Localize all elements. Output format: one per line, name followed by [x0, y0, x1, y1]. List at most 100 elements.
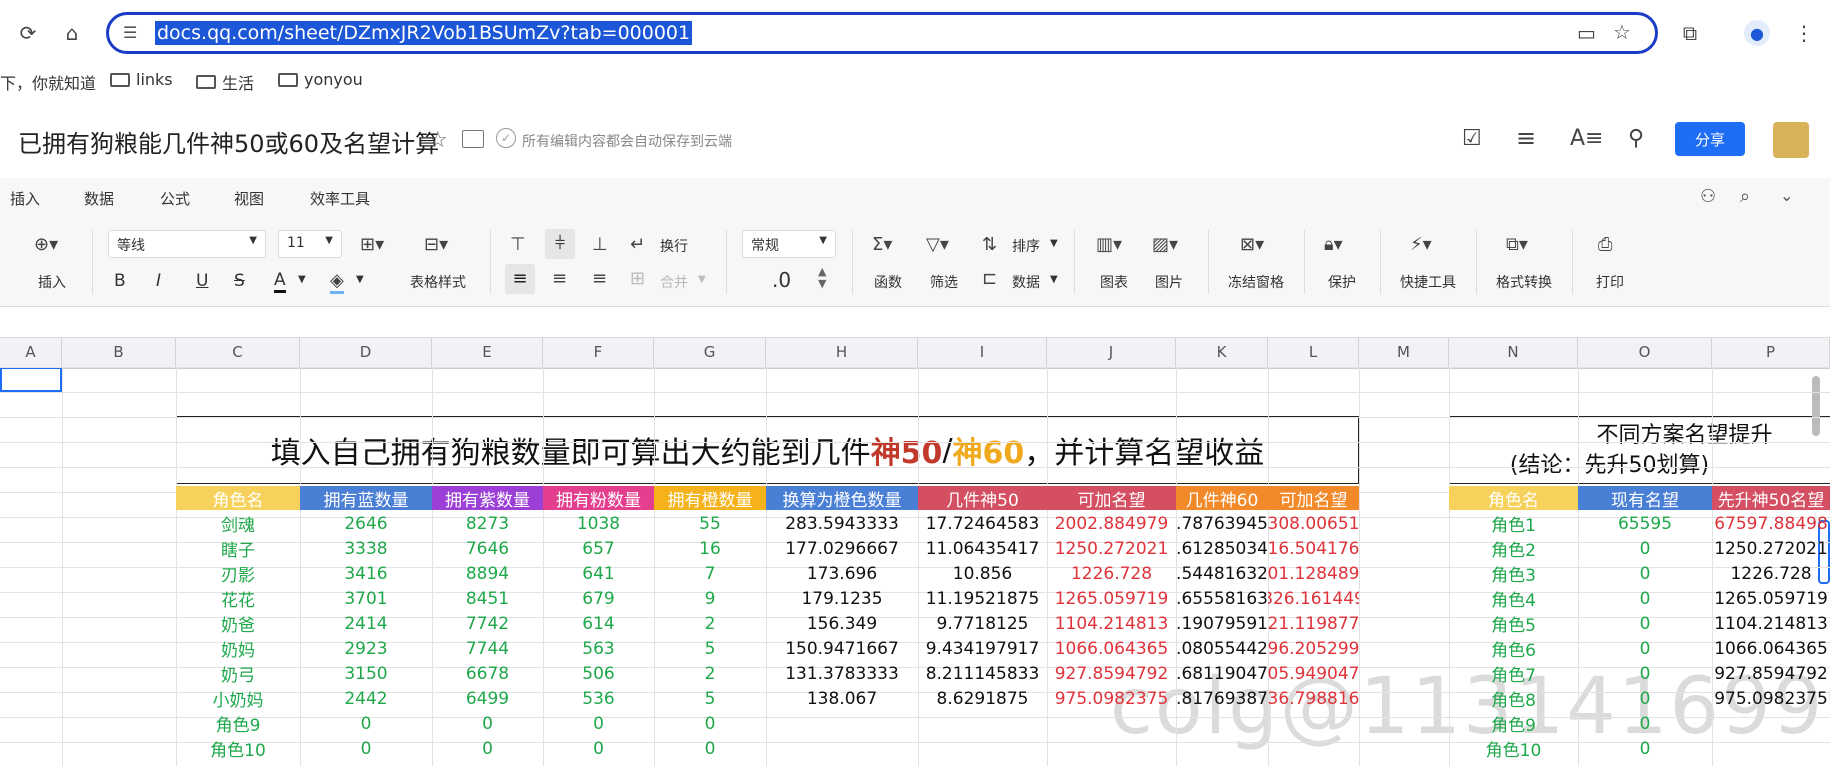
right-table-cell[interactable]: 角色5 — [1449, 611, 1578, 636]
table-cell[interactable]: 2923 — [300, 636, 432, 661]
table-cell[interactable]: 0 — [432, 736, 543, 761]
table-cell[interactable]: 1308.006517 — [1268, 511, 1359, 536]
right-table-cell[interactable] — [1712, 736, 1830, 761]
italic-icon[interactable]: I — [156, 271, 161, 291]
table-cell[interactable]: 150.9471667 — [766, 636, 918, 661]
quick-tools-label[interactable]: 快捷工具 — [1400, 272, 1456, 292]
bookmark-folder-life[interactable]: 生活 — [196, 70, 254, 94]
table-cell[interactable]: 131.3783333 — [766, 661, 918, 686]
extensions-icon[interactable]: ⧉ — [1672, 15, 1708, 51]
table-cell[interactable]: 11.06435417 — [918, 536, 1047, 561]
table-cell[interactable]: 636.7988163 — [1268, 686, 1359, 711]
table-cell[interactable]: 3338 — [300, 536, 432, 561]
table-cell[interactable]: 2.817693878 — [1176, 686, 1268, 711]
table-cell[interactable]: 2414 — [300, 611, 432, 636]
home-icon[interactable]: ⌂ — [54, 15, 90, 51]
column-header[interactable]: A — [0, 337, 62, 367]
right-table-cell[interactable]: 1104.214813 — [1712, 611, 1830, 636]
search-icon[interactable]: ⌕ — [1740, 186, 1750, 207]
align-middle-icon[interactable]: ⫩ — [545, 229, 575, 259]
bookmark-folder-yonyou[interactable]: yonyou — [278, 70, 363, 89]
font-family-select[interactable]: 等线 ▼ — [108, 230, 266, 258]
function-label[interactable]: 函数 — [874, 272, 902, 292]
table-cell[interactable]: 3.544816327 — [1176, 561, 1268, 586]
right-table-cell[interactable]: 0 — [1578, 661, 1712, 686]
table-cell[interactable]: 3.080554422 — [1176, 636, 1268, 661]
insert-label[interactable]: 插入 — [38, 272, 66, 292]
table-cell[interactable]: 177.0296667 — [766, 536, 918, 561]
table-cell[interactable]: 138.067 — [766, 686, 918, 711]
merge-icon[interactable]: ⊞ — [630, 268, 645, 289]
table-cell[interactable]: 1226.728 — [1047, 561, 1176, 586]
table-cell[interactable]: 826.161449 — [1268, 586, 1359, 611]
table-cell[interactable]: 奶爸 — [176, 611, 300, 636]
right-table-cell[interactable]: 67597.88498 — [1712, 511, 1830, 536]
image-icon[interactable]: ▨▾ — [1152, 234, 1178, 255]
user-share-icon[interactable]: ⚇ — [1700, 186, 1716, 207]
bookmark-item[interactable]: 下，你就知道 — [0, 70, 96, 94]
table-cell[interactable]: 17.72464583 — [918, 511, 1047, 536]
table-cell[interactable]: 9.7718125 — [918, 611, 1047, 636]
table-cell[interactable]: 5 — [654, 686, 766, 711]
text-format-icon[interactable]: A≡ — [1570, 126, 1603, 151]
column-header[interactable]: C — [176, 337, 300, 367]
strikethrough-icon[interactable]: S — [234, 271, 245, 291]
table-cell[interactable]: 1250.272021 — [1047, 536, 1176, 561]
print-icon[interactable]: ⎙ — [1598, 234, 1612, 255]
column-header[interactable]: O — [1578, 337, 1712, 367]
sort-icon[interactable]: ⇅ — [982, 234, 997, 255]
table-cell[interactable]: 16 — [654, 536, 766, 561]
right-table-cell[interactable]: 1226.728 — [1712, 561, 1830, 586]
table-cell[interactable]: 2 — [654, 611, 766, 636]
table-cell[interactable]: 7744 — [432, 636, 543, 661]
table-cell[interactable]: 657 — [543, 536, 654, 561]
table-cell[interactable]: 55 — [654, 511, 766, 536]
table-cell[interactable]: 0 — [432, 711, 543, 736]
right-table-cell[interactable]: 927.8594792 — [1712, 661, 1830, 686]
table-cell[interactable]: 角色10 — [176, 736, 300, 761]
table-cell[interactable]: 927.8594792 — [1047, 661, 1176, 686]
table-cell[interactable]: 8894 — [432, 561, 543, 586]
column-header[interactable]: L — [1268, 337, 1359, 367]
print-label[interactable]: 打印 — [1596, 272, 1624, 292]
dropdown-arrow-icon[interactable]: ▼ — [698, 274, 706, 285]
right-table-cell[interactable]: 0 — [1578, 586, 1712, 611]
table-cell[interactable]: 3150 — [300, 661, 432, 686]
selected-cell[interactable] — [0, 367, 62, 392]
doc-check-icon[interactable]: ☑ — [1462, 126, 1482, 151]
right-table-cell[interactable]: 0 — [1578, 636, 1712, 661]
table-cell[interactable]: 696.2052993 — [1268, 636, 1359, 661]
table-cell[interactable]: 2442 — [300, 686, 432, 711]
right-table-cell[interactable]: 角色8 — [1449, 686, 1578, 711]
table-cell[interactable]: 0 — [300, 711, 432, 736]
align-left-icon[interactable]: ≡ — [505, 264, 535, 294]
bookmark-star-icon[interactable]: ☆ — [1613, 20, 1631, 44]
data-label[interactable]: 数据 — [1012, 272, 1040, 292]
right-table-cell[interactable]: 0 — [1578, 686, 1712, 711]
table-cell[interactable]: 563 — [543, 636, 654, 661]
lock-icon[interactable]: 🔒︎▾ — [1324, 234, 1343, 255]
right-table-cell[interactable]: 1250.272021 — [1712, 536, 1830, 561]
chart-label[interactable]: 图表 — [1100, 272, 1128, 292]
format-convert-label[interactable]: 格式转换 — [1496, 272, 1552, 292]
move-folder-icon[interactable] — [462, 130, 484, 148]
chevron-down-icon[interactable]: ⌄ — [1780, 186, 1793, 205]
decimal-label[interactable]: .0 — [772, 268, 791, 292]
number-format-select[interactable]: 常规 ▼ — [742, 230, 836, 258]
table-cell[interactable] — [766, 736, 918, 761]
table-cell[interactable]: 6678 — [432, 661, 543, 686]
protect-label[interactable]: 保护 — [1328, 272, 1356, 292]
filter-label[interactable]: 筛选 — [930, 272, 958, 292]
table-cell[interactable]: 3416 — [300, 561, 432, 586]
table-cell[interactable]: 0 — [543, 711, 654, 736]
dropdown-arrow-icon[interactable]: ▼ — [1050, 274, 1058, 285]
font-size-select[interactable]: 11 ▼ — [278, 230, 342, 258]
table-cell[interactable] — [1268, 736, 1359, 761]
table-cell[interactable]: 3.190795918 — [1176, 611, 1268, 636]
align-center-icon[interactable]: ≡ — [552, 268, 567, 289]
table-cell[interactable] — [1047, 736, 1176, 761]
table-cell[interactable]: 173.696 — [766, 561, 918, 586]
column-header[interactable]: H — [766, 337, 918, 367]
dropdown-arrow-icon[interactable]: ▼ — [356, 274, 364, 285]
table-cell[interactable]: 614 — [543, 611, 654, 636]
